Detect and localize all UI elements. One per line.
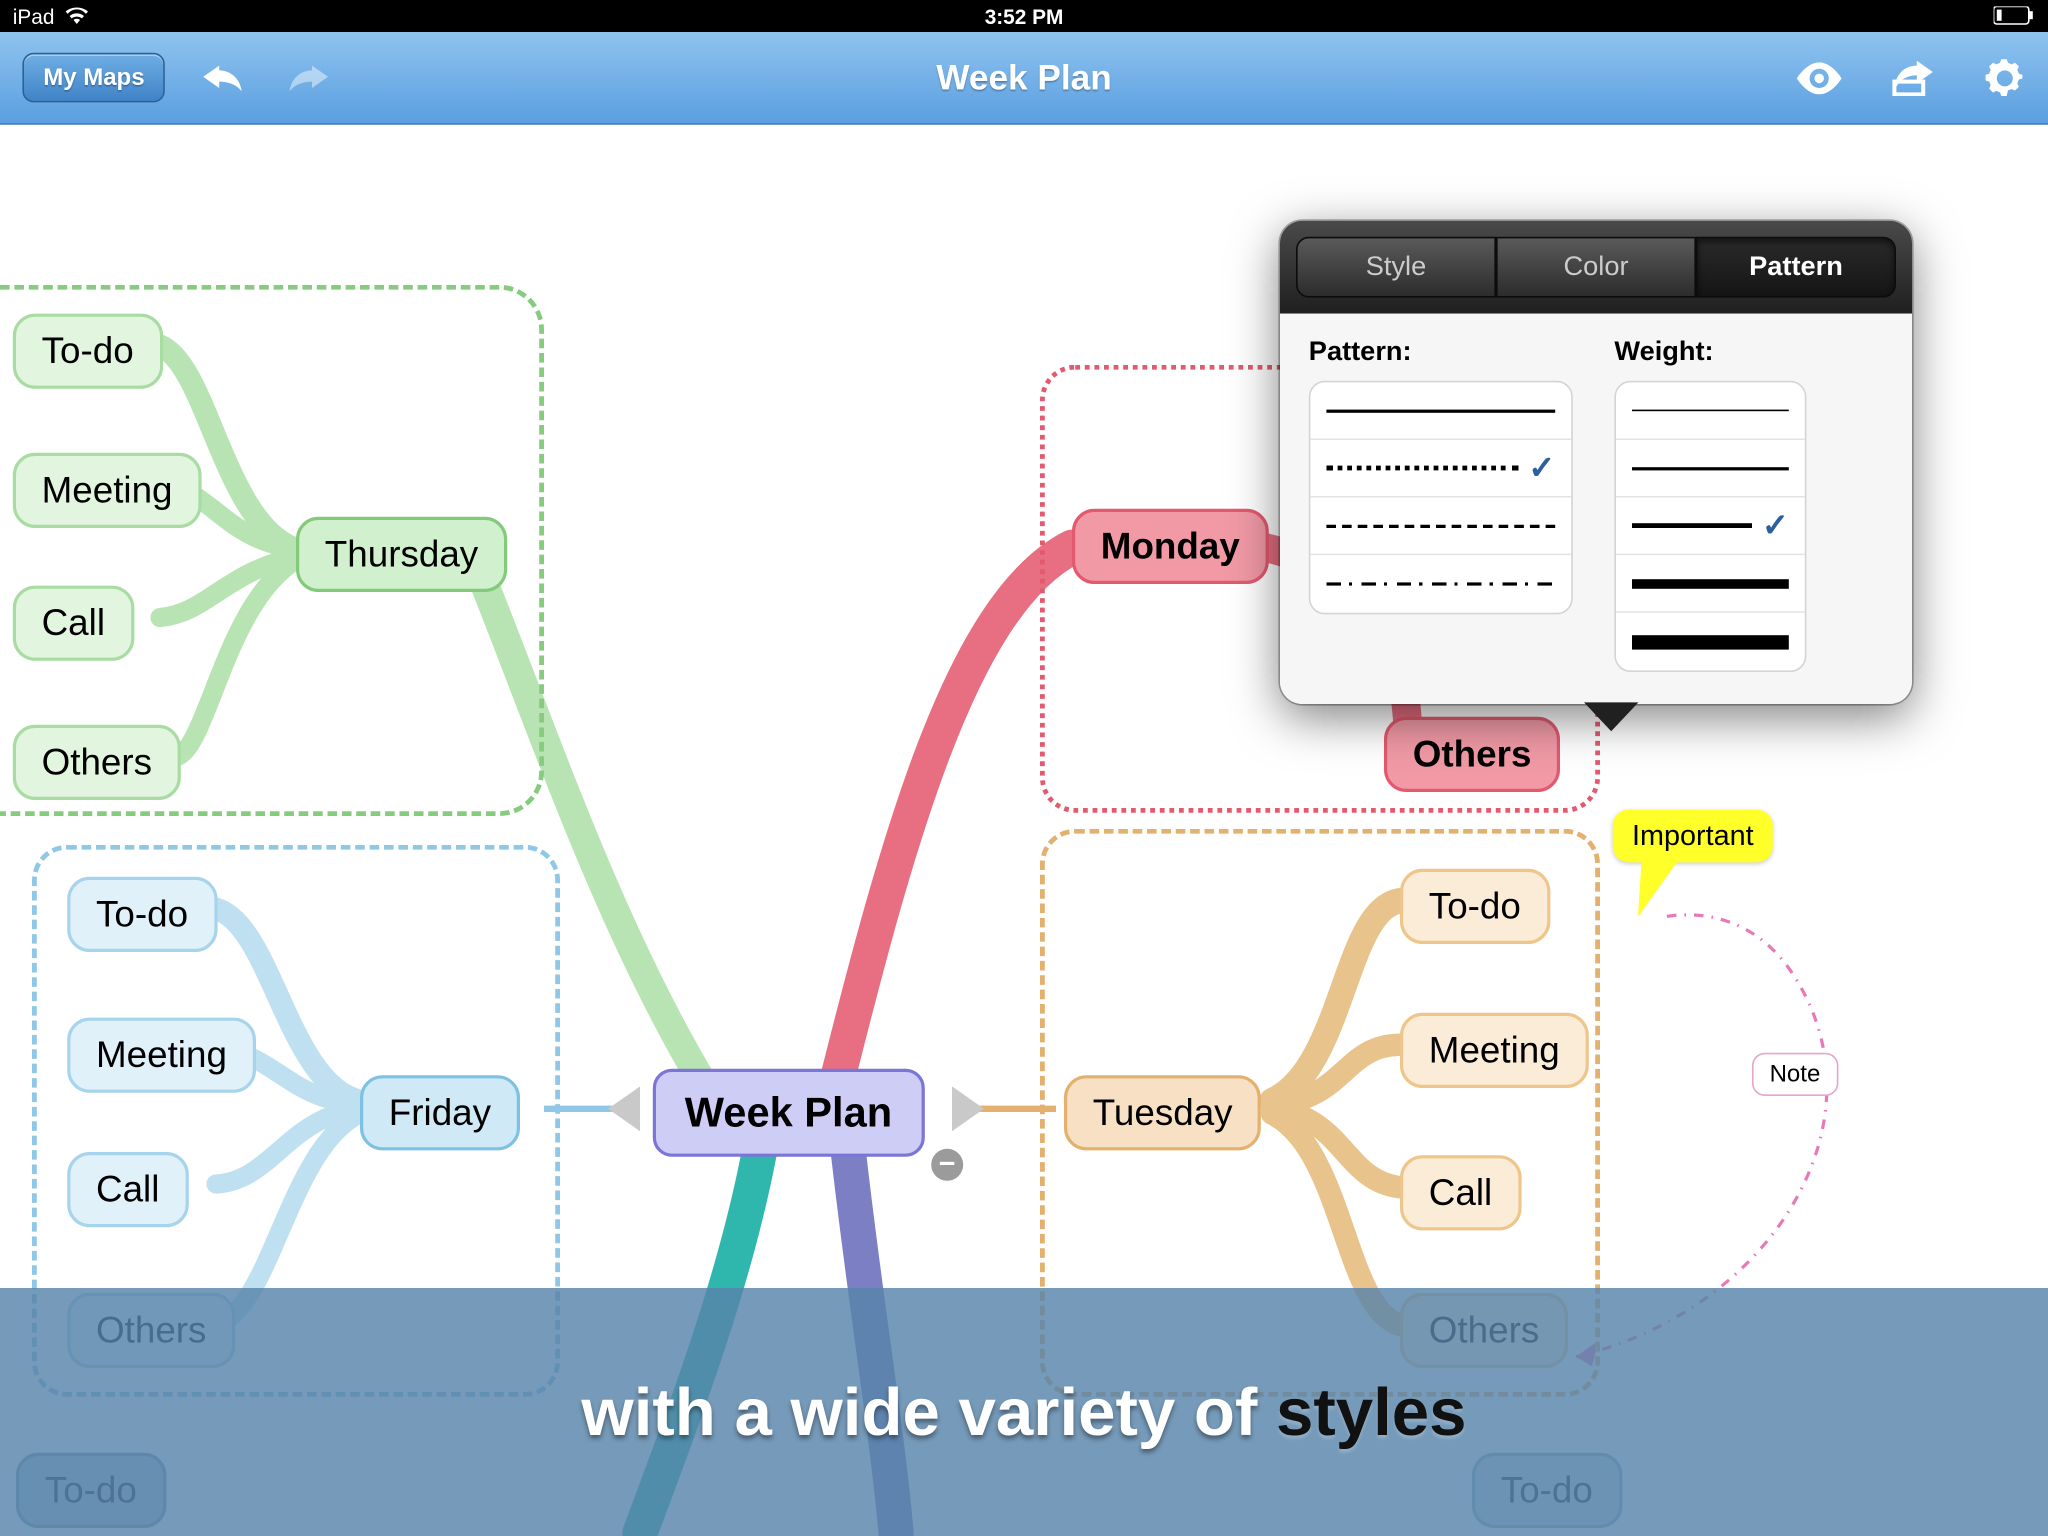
page-title: Week Plan xyxy=(936,57,1111,99)
pattern-heading: Pattern: xyxy=(1309,336,1573,368)
node-thursday-call[interactable]: Call xyxy=(13,586,134,661)
weight-options: ✓ xyxy=(1614,381,1806,672)
status-bar: iPad 3:52 PM xyxy=(0,0,2048,32)
node-center[interactable]: Week Plan xyxy=(653,1069,924,1157)
weight-2[interactable] xyxy=(1616,440,1805,498)
pattern-solid[interactable] xyxy=(1310,382,1571,440)
device-label: iPad xyxy=(13,4,55,28)
expand-left-handle[interactable] xyxy=(608,1086,640,1131)
node-monday[interactable]: Monday xyxy=(1072,509,1269,584)
pattern-dashed[interactable] xyxy=(1310,498,1571,556)
node-friday-meeting[interactable]: Meeting xyxy=(67,1018,256,1093)
node-monday-others[interactable]: Others xyxy=(1384,717,1560,792)
gear-icon[interactable] xyxy=(1984,57,2026,99)
status-time: 3:52 PM xyxy=(985,4,1064,28)
node-tuesday[interactable]: Tuesday xyxy=(1064,1075,1261,1150)
tab-color[interactable]: Color xyxy=(1496,237,1696,298)
battery-icon xyxy=(1994,6,2036,25)
collapse-button[interactable]: − xyxy=(931,1149,963,1181)
expand-right-handle[interactable] xyxy=(952,1086,984,1131)
redo-icon[interactable] xyxy=(284,58,332,96)
check-icon: ✓ xyxy=(1528,448,1555,488)
weight-5[interactable] xyxy=(1616,613,1805,671)
check-icon: ✓ xyxy=(1762,506,1789,546)
style-popover: Style Color Pattern Pattern: ✓ Weight: xyxy=(1280,221,1912,704)
node-friday[interactable]: Friday xyxy=(360,1075,520,1150)
app-toolbar: My Maps Week Plan xyxy=(0,32,2048,125)
note-node[interactable]: Note xyxy=(1752,1053,1838,1096)
callout-important[interactable]: Important xyxy=(1613,810,1773,863)
caption-pre: with a wide variety of xyxy=(581,1374,1276,1449)
caption-bold: styles xyxy=(1276,1374,1467,1449)
weight-4[interactable] xyxy=(1616,555,1805,613)
undo-icon[interactable] xyxy=(201,58,249,96)
weight-heading: Weight: xyxy=(1614,336,1806,368)
node-tuesday-call[interactable]: Call xyxy=(1400,1155,1521,1230)
node-friday-call[interactable]: Call xyxy=(67,1152,188,1227)
wifi-icon xyxy=(64,6,90,25)
node-tuesday-todo[interactable]: To-do xyxy=(1400,869,1550,944)
node-thursday[interactable]: Thursday xyxy=(296,517,507,592)
node-tuesday-meeting[interactable]: Meeting xyxy=(1400,1013,1589,1088)
pattern-options: ✓ xyxy=(1309,381,1573,615)
eye-icon[interactable] xyxy=(1795,62,1843,94)
weight-1[interactable] xyxy=(1616,382,1805,440)
pattern-dashdot[interactable] xyxy=(1310,555,1571,613)
my-maps-button[interactable]: My Maps xyxy=(22,53,165,103)
marketing-caption: with a wide variety of styles xyxy=(0,1288,2048,1536)
tab-style[interactable]: Style xyxy=(1296,237,1496,298)
pattern-dotted[interactable]: ✓ xyxy=(1310,440,1571,498)
node-thursday-meeting[interactable]: Meeting xyxy=(13,453,202,528)
share-icon[interactable] xyxy=(1891,60,1936,95)
weight-3[interactable]: ✓ xyxy=(1616,498,1805,556)
node-thursday-todo[interactable]: To-do xyxy=(13,314,163,389)
tab-pattern[interactable]: Pattern xyxy=(1696,237,1896,298)
node-friday-todo[interactable]: To-do xyxy=(67,877,217,952)
node-thursday-others[interactable]: Others xyxy=(13,725,181,800)
popover-tabs: Style Color Pattern xyxy=(1280,221,1912,314)
